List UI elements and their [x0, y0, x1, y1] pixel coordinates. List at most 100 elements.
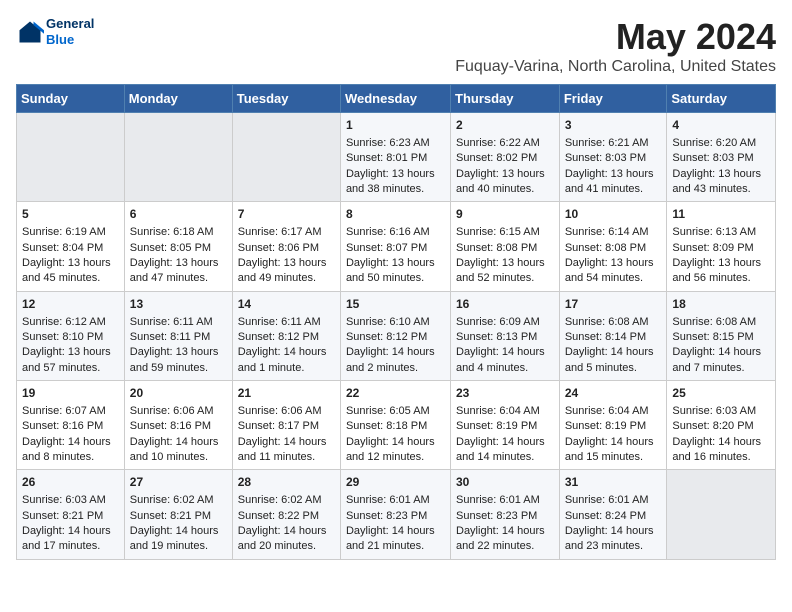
- day-info: Sunset: 8:08 PM: [565, 241, 662, 256]
- calendar-cell: [232, 113, 340, 202]
- calendar-cell: 3Sunrise: 6:21 AMSunset: 8:03 PMDaylight…: [559, 113, 667, 202]
- day-number: 13: [130, 296, 227, 313]
- day-number: 25: [672, 385, 770, 402]
- day-number: 6: [130, 206, 227, 223]
- day-info: Sunset: 8:18 PM: [346, 419, 445, 434]
- day-info: Sunset: 8:16 PM: [22, 419, 119, 434]
- calendar-table: SundayMondayTuesdayWednesdayThursdayFrid…: [16, 84, 776, 560]
- day-info: Daylight: 14 hours and 14 minutes.: [456, 435, 554, 466]
- day-info: Sunrise: 6:12 AM: [22, 315, 119, 330]
- calendar-cell: 28Sunrise: 6:02 AMSunset: 8:22 PMDayligh…: [232, 470, 340, 559]
- calendar-cell: 6Sunrise: 6:18 AMSunset: 8:05 PMDaylight…: [124, 202, 232, 291]
- day-info: Sunrise: 6:01 AM: [346, 493, 445, 508]
- day-number: 24: [565, 385, 662, 402]
- day-info: Daylight: 14 hours and 7 minutes.: [672, 345, 770, 376]
- day-info: Sunrise: 6:02 AM: [238, 493, 335, 508]
- day-info: Sunrise: 6:07 AM: [22, 404, 119, 419]
- day-info: Sunrise: 6:06 AM: [130, 404, 227, 419]
- calendar-cell: 15Sunrise: 6:10 AMSunset: 8:12 PMDayligh…: [340, 291, 450, 380]
- day-info: Sunrise: 6:08 AM: [565, 315, 662, 330]
- day-info: Sunrise: 6:16 AM: [346, 225, 445, 240]
- day-info: Daylight: 13 hours and 41 minutes.: [565, 167, 662, 198]
- day-info: Daylight: 14 hours and 19 minutes.: [130, 524, 227, 555]
- calendar-cell: 20Sunrise: 6:06 AMSunset: 8:16 PMDayligh…: [124, 381, 232, 470]
- day-info: Daylight: 14 hours and 2 minutes.: [346, 345, 445, 376]
- logo-line1: General: [46, 16, 94, 32]
- day-number: 27: [130, 474, 227, 491]
- day-info: Daylight: 14 hours and 10 minutes.: [130, 435, 227, 466]
- day-number: 12: [22, 296, 119, 313]
- day-number: 17: [565, 296, 662, 313]
- day-header-friday: Friday: [559, 85, 667, 113]
- day-info: Daylight: 14 hours and 12 minutes.: [346, 435, 445, 466]
- day-info: Sunrise: 6:03 AM: [22, 493, 119, 508]
- calendar-cell: 24Sunrise: 6:04 AMSunset: 8:19 PMDayligh…: [559, 381, 667, 470]
- calendar-cell: 29Sunrise: 6:01 AMSunset: 8:23 PMDayligh…: [340, 470, 450, 559]
- title-block: May 2024 Fuquay-Varina, North Carolina, …: [455, 16, 776, 76]
- day-info: Sunrise: 6:06 AM: [238, 404, 335, 419]
- day-info: Sunrise: 6:21 AM: [565, 136, 662, 151]
- day-info: Sunrise: 6:10 AM: [346, 315, 445, 330]
- day-number: 15: [346, 296, 445, 313]
- day-info: Daylight: 13 hours and 56 minutes.: [672, 256, 770, 287]
- day-info: Sunrise: 6:05 AM: [346, 404, 445, 419]
- day-info: Daylight: 13 hours and 54 minutes.: [565, 256, 662, 287]
- day-number: 18: [672, 296, 770, 313]
- day-info: Sunrise: 6:01 AM: [565, 493, 662, 508]
- day-header-tuesday: Tuesday: [232, 85, 340, 113]
- day-info: Daylight: 13 hours and 45 minutes.: [22, 256, 119, 287]
- day-number: 14: [238, 296, 335, 313]
- day-info: Sunset: 8:24 PM: [565, 509, 662, 524]
- calendar-week-3: 19Sunrise: 6:07 AMSunset: 8:16 PMDayligh…: [17, 381, 776, 470]
- logo-text: General Blue: [46, 16, 94, 47]
- day-number: 19: [22, 385, 119, 402]
- calendar-cell: 18Sunrise: 6:08 AMSunset: 8:15 PMDayligh…: [667, 291, 776, 380]
- day-info: Sunset: 8:04 PM: [22, 241, 119, 256]
- day-number: 16: [456, 296, 554, 313]
- day-info: Daylight: 14 hours and 8 minutes.: [22, 435, 119, 466]
- day-info: Sunset: 8:19 PM: [456, 419, 554, 434]
- calendar-cell: 26Sunrise: 6:03 AMSunset: 8:21 PMDayligh…: [17, 470, 125, 559]
- day-info: Sunset: 8:23 PM: [346, 509, 445, 524]
- day-info: Daylight: 13 hours and 49 minutes.: [238, 256, 335, 287]
- day-number: 10: [565, 206, 662, 223]
- calendar-cell: 5Sunrise: 6:19 AMSunset: 8:04 PMDaylight…: [17, 202, 125, 291]
- day-info: Sunrise: 6:23 AM: [346, 136, 445, 151]
- day-info: Sunset: 8:09 PM: [672, 241, 770, 256]
- day-info: Sunset: 8:21 PM: [22, 509, 119, 524]
- calendar-cell: 25Sunrise: 6:03 AMSunset: 8:20 PMDayligh…: [667, 381, 776, 470]
- day-info: Sunset: 8:20 PM: [672, 419, 770, 434]
- day-info: Daylight: 14 hours and 15 minutes.: [565, 435, 662, 466]
- calendar-cell: 9Sunrise: 6:15 AMSunset: 8:08 PMDaylight…: [451, 202, 560, 291]
- calendar-cell: [124, 113, 232, 202]
- calendar-cell: 13Sunrise: 6:11 AMSunset: 8:11 PMDayligh…: [124, 291, 232, 380]
- day-number: 7: [238, 206, 335, 223]
- day-info: Daylight: 14 hours and 16 minutes.: [672, 435, 770, 466]
- day-header-sunday: Sunday: [17, 85, 125, 113]
- day-info: Daylight: 14 hours and 17 minutes.: [22, 524, 119, 555]
- day-info: Sunset: 8:16 PM: [130, 419, 227, 434]
- day-info: Sunset: 8:13 PM: [456, 330, 554, 345]
- subtitle: Fuquay-Varina, North Carolina, United St…: [455, 58, 776, 76]
- day-info: Sunset: 8:14 PM: [565, 330, 662, 345]
- day-info: Sunset: 8:05 PM: [130, 241, 227, 256]
- day-number: 8: [346, 206, 445, 223]
- day-info: Daylight: 13 hours and 38 minutes.: [346, 167, 445, 198]
- day-info: Daylight: 14 hours and 1 minute.: [238, 345, 335, 376]
- calendar-cell: 27Sunrise: 6:02 AMSunset: 8:21 PMDayligh…: [124, 470, 232, 559]
- day-number: 4: [672, 117, 770, 134]
- day-info: Sunrise: 6:22 AM: [456, 136, 554, 151]
- day-info: Sunrise: 6:13 AM: [672, 225, 770, 240]
- calendar-week-4: 26Sunrise: 6:03 AMSunset: 8:21 PMDayligh…: [17, 470, 776, 559]
- day-number: 29: [346, 474, 445, 491]
- day-info: Sunset: 8:19 PM: [565, 419, 662, 434]
- day-info: Sunset: 8:10 PM: [22, 330, 119, 345]
- day-info: Daylight: 13 hours and 52 minutes.: [456, 256, 554, 287]
- calendar-header-row: SundayMondayTuesdayWednesdayThursdayFrid…: [17, 85, 776, 113]
- day-info: Sunset: 8:17 PM: [238, 419, 335, 434]
- calendar-cell: 4Sunrise: 6:20 AMSunset: 8:03 PMDaylight…: [667, 113, 776, 202]
- day-info: Daylight: 14 hours and 4 minutes.: [456, 345, 554, 376]
- calendar-cell: 19 Sunrise: 6:07 AMSunset: 8:16 PMDayligh…: [17, 381, 125, 470]
- day-info: Sunset: 8:03 PM: [565, 151, 662, 166]
- day-info: Daylight: 14 hours and 22 minutes.: [456, 524, 554, 555]
